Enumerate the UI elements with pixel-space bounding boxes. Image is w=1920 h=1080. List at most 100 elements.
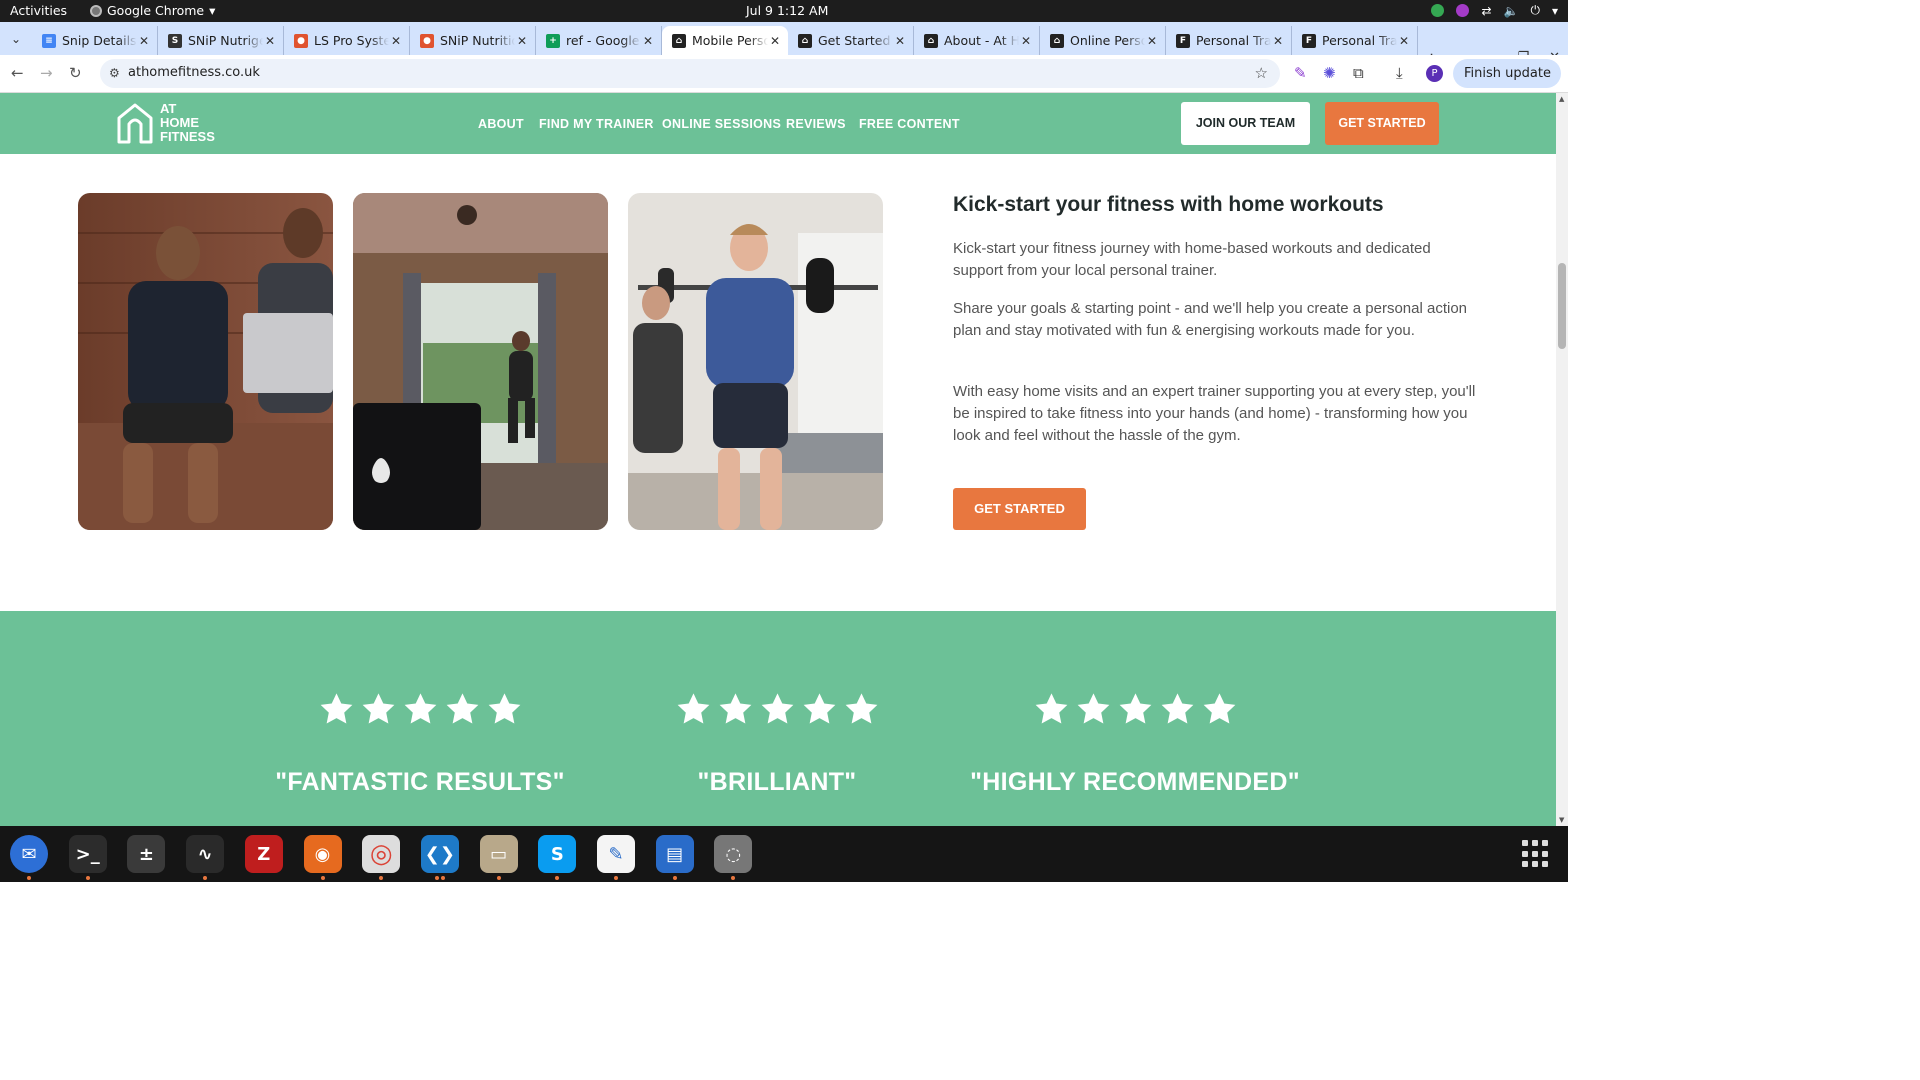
photo-home-workout xyxy=(353,193,608,530)
running-indicator xyxy=(434,876,439,880)
nav-reviews[interactable]: REVIEWS xyxy=(786,117,846,131)
tab-title: SNiP Nutrition xyxy=(440,33,515,48)
home-visits-paragraph: With easy home visits and an expert trai… xyxy=(953,383,1476,444)
tab-title: Online Personal Training xyxy=(1070,33,1145,48)
star-rating xyxy=(955,691,1315,728)
browser-tab[interactable]: ● LS Pro Systems✕ xyxy=(284,26,410,55)
tray-menu-icon[interactable]: ▾ xyxy=(1552,4,1558,18)
scrollbar-thumb[interactable] xyxy=(1558,263,1566,349)
forward-icon[interactable]: → xyxy=(40,64,53,82)
tab-close-icon[interactable]: ✕ xyxy=(1019,34,1033,48)
tab-close-icon[interactable]: ✕ xyxy=(1145,34,1159,48)
tab-close-icon[interactable]: ✕ xyxy=(768,34,782,48)
nav-find-my-trainer[interactable]: FIND MY TRAINER xyxy=(539,117,654,131)
skype-icon[interactable]: S xyxy=(538,835,577,873)
star-icon xyxy=(1077,693,1109,724)
browser-tab[interactable]: F Personal Trainer✕ xyxy=(1292,26,1418,55)
running-indicator xyxy=(614,876,618,880)
scroll-down-icon[interactable]: ▼ xyxy=(1559,816,1564,824)
update-status-icon[interactable] xyxy=(1431,4,1445,17)
page-scrollbar[interactable]: ▲ ▼ xyxy=(1556,93,1568,826)
scroll-up-icon[interactable]: ▲ xyxy=(1559,95,1564,103)
page-viewport: AT HOME FITNESS ABOUT FIND MY TRAINER ON… xyxy=(0,93,1556,826)
finish-update-button[interactable]: Finish update ⋮ xyxy=(1453,59,1561,110)
clock[interactable]: Jul 9 1:12 AM xyxy=(746,3,828,18)
thunderbird-icon[interactable]: ✉ xyxy=(10,835,48,873)
profile-avatar[interactable]: P xyxy=(1426,65,1443,82)
review-quote: "BRILLIANT" xyxy=(697,768,857,796)
network-icon[interactable]: ⇄ xyxy=(1481,4,1491,18)
extensions-puzzle-icon[interactable]: ⧉ xyxy=(1353,64,1364,82)
tab-close-icon[interactable]: ✕ xyxy=(137,34,151,48)
tab-close-icon[interactable]: ✕ xyxy=(515,34,529,48)
download-icon[interactable]: ⤓ xyxy=(1396,64,1403,82)
files-icon[interactable]: ▭ xyxy=(479,835,518,873)
sheets-icon: + xyxy=(546,33,560,48)
fs-icon: F xyxy=(1176,33,1190,48)
nav-online-sessions[interactable]: ONLINE SESSIONS xyxy=(662,117,781,131)
browser-tab[interactable]: ● SNiP Nutrition✕ xyxy=(410,26,536,55)
url-text[interactable]: athomefitness.co.uk xyxy=(128,65,260,80)
browser-tab[interactable]: F Personal Trainer✕ xyxy=(1166,26,1292,55)
running-indicator xyxy=(672,876,677,880)
reload-icon[interactable]: ↻ xyxy=(69,64,82,82)
sparkle-extension-icon[interactable]: ✺ xyxy=(1323,64,1336,82)
site-logo[interactable]: AT HOME FITNESS xyxy=(116,102,215,144)
nav-free-content[interactable]: FREE CONTENT xyxy=(859,117,960,131)
power-icon[interactable]: ⏻ xyxy=(1530,3,1540,18)
browser-tab[interactable]: ⌂ About - At Home Fitness✕ xyxy=(914,26,1040,55)
fs-icon: F xyxy=(1302,33,1316,48)
browser-tab[interactable]: + ref - Google Sheets✕ xyxy=(536,26,662,55)
disks-icon[interactable]: ◌ xyxy=(714,835,753,873)
back-icon[interactable]: ← xyxy=(11,64,24,82)
show-apps-icon[interactable] xyxy=(1522,840,1550,868)
running-indicator xyxy=(731,876,736,880)
tab-close-icon[interactable]: ✕ xyxy=(1397,34,1411,48)
tab-close-icon[interactable]: ✕ xyxy=(1271,34,1285,48)
text-editor-icon[interactable]: ✎ xyxy=(597,835,635,873)
tab-close-icon[interactable]: ✕ xyxy=(263,34,277,48)
star-icon xyxy=(1203,693,1235,724)
tab-close-icon[interactable]: ✕ xyxy=(389,34,403,48)
terminal-icon[interactable]: >_ xyxy=(68,835,107,873)
browser-tab[interactable]: ⌂ Online Personal Training✕ xyxy=(1040,26,1166,55)
browser-tab[interactable]: ⌂ Mobile Personal Trainer✕ xyxy=(662,26,788,55)
browser-tab[interactable]: ≡ Snip Details ✕ xyxy=(32,26,158,55)
running-indicator xyxy=(440,876,445,880)
firefox-icon[interactable]: ◉ xyxy=(303,835,342,873)
browser-tab[interactable]: ⌂ Get Started ✕ xyxy=(788,26,914,55)
vscode-icon[interactable]: ❮❯ xyxy=(420,835,459,873)
browser-tab[interactable]: S SNiP Nutrigenomics✕ xyxy=(158,26,284,55)
tab-title: ref - Google Sheets xyxy=(566,33,641,48)
app-indicator-icon[interactable] xyxy=(1456,4,1470,17)
star-icon xyxy=(362,693,394,724)
app-name: Google Chrome xyxy=(107,3,205,18)
tab-close-icon[interactable]: ✕ xyxy=(893,34,907,48)
site-info-icon[interactable]: ⚙ xyxy=(109,66,120,80)
activities-button[interactable]: Activities xyxy=(10,3,67,18)
header-get-started-button[interactable]: GET STARTED xyxy=(1325,102,1439,145)
intro-paragraph: Kick-start your fitness journey with hom… xyxy=(953,240,1431,279)
app-menu[interactable]: Google Chrome ▾ xyxy=(90,3,215,18)
get-started-button[interactable]: GET STARTED xyxy=(953,488,1086,530)
system-tray[interactable]: ⇄ 🔈 ⏻ ▾ xyxy=(1431,3,1558,18)
tab-close-icon[interactable]: ✕ xyxy=(641,34,655,48)
tab-title: Personal Trainer xyxy=(1196,33,1271,48)
system-top-bar: Activities Google Chrome ▾ Jul 9 1:12 AM… xyxy=(0,0,1568,22)
chrome-icon[interactable]: ◎ xyxy=(362,835,401,873)
star-icon xyxy=(1035,693,1067,724)
review-quote: "HIGHLY RECOMMENDED" xyxy=(970,768,1300,796)
system-monitor-icon[interactable]: ∿ xyxy=(186,835,225,873)
filezilla-icon[interactable]: Z xyxy=(244,835,283,873)
join-our-team-button[interactable]: JOIN OUR TEAM xyxy=(1181,102,1310,145)
volume-icon[interactable]: 🔈 xyxy=(1504,4,1519,18)
star-icon xyxy=(320,693,352,724)
calculator-icon[interactable]: ± xyxy=(127,835,166,873)
address-bar[interactable]: ⚙ athomefitness.co.uk ☆ xyxy=(100,59,1280,88)
bookmark-star-icon[interactable]: ☆ xyxy=(1255,64,1268,82)
dock: ✉ >_ ± ∿ Z ◉ ◎ ❮❯ ▭ S ✎ ▤ ◌ xyxy=(0,826,1568,882)
pen-extension-icon[interactable]: ✎ xyxy=(1294,64,1307,82)
tab-search-button[interactable]: ⌄ xyxy=(6,29,26,49)
libreoffice-writer-icon[interactable]: ▤ xyxy=(655,835,694,873)
nav-about[interactable]: ABOUT xyxy=(478,117,524,131)
